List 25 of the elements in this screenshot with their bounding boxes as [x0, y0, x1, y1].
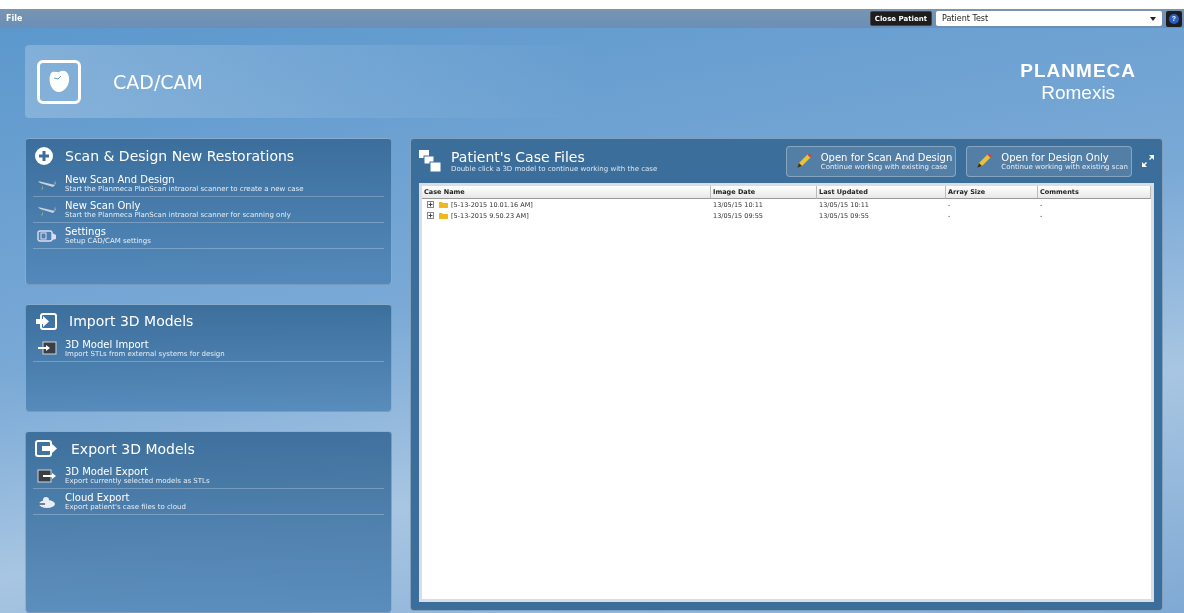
file-menu[interactable]: File [6, 14, 866, 23]
import-icon [37, 341, 57, 356]
product-name: Romexis [1041, 81, 1116, 104]
stacked-windows-icon [419, 150, 441, 172]
export-icon [37, 468, 57, 483]
pencil-icon [975, 152, 994, 170]
expand-tree-icon[interactable] [427, 201, 434, 208]
panel-title: Patient's Case Files [451, 149, 586, 165]
expand-tree-icon[interactable] [427, 212, 434, 219]
export-icon [35, 440, 59, 458]
patient-name: Patient Test [942, 14, 990, 23]
module-title: CAD/CAM [113, 70, 203, 93]
pencil-icon [794, 152, 813, 170]
device-icon [37, 228, 57, 243]
brand-name: PLANMECA [1020, 59, 1136, 82]
section-title: Import 3D Models [69, 313, 194, 330]
dropdown-caret-icon [1150, 16, 1156, 21]
section-title: Export 3D Models [71, 440, 195, 457]
cloud-icon [37, 494, 57, 509]
tooth-icon [37, 59, 81, 104]
expand-icon[interactable] [1142, 155, 1154, 167]
patient-dropdown[interactable]: Patient Test [936, 11, 1162, 26]
import-icon [35, 312, 57, 330]
section-title: Scan & Design New Restorations [65, 148, 295, 164]
plus-icon [35, 147, 53, 165]
